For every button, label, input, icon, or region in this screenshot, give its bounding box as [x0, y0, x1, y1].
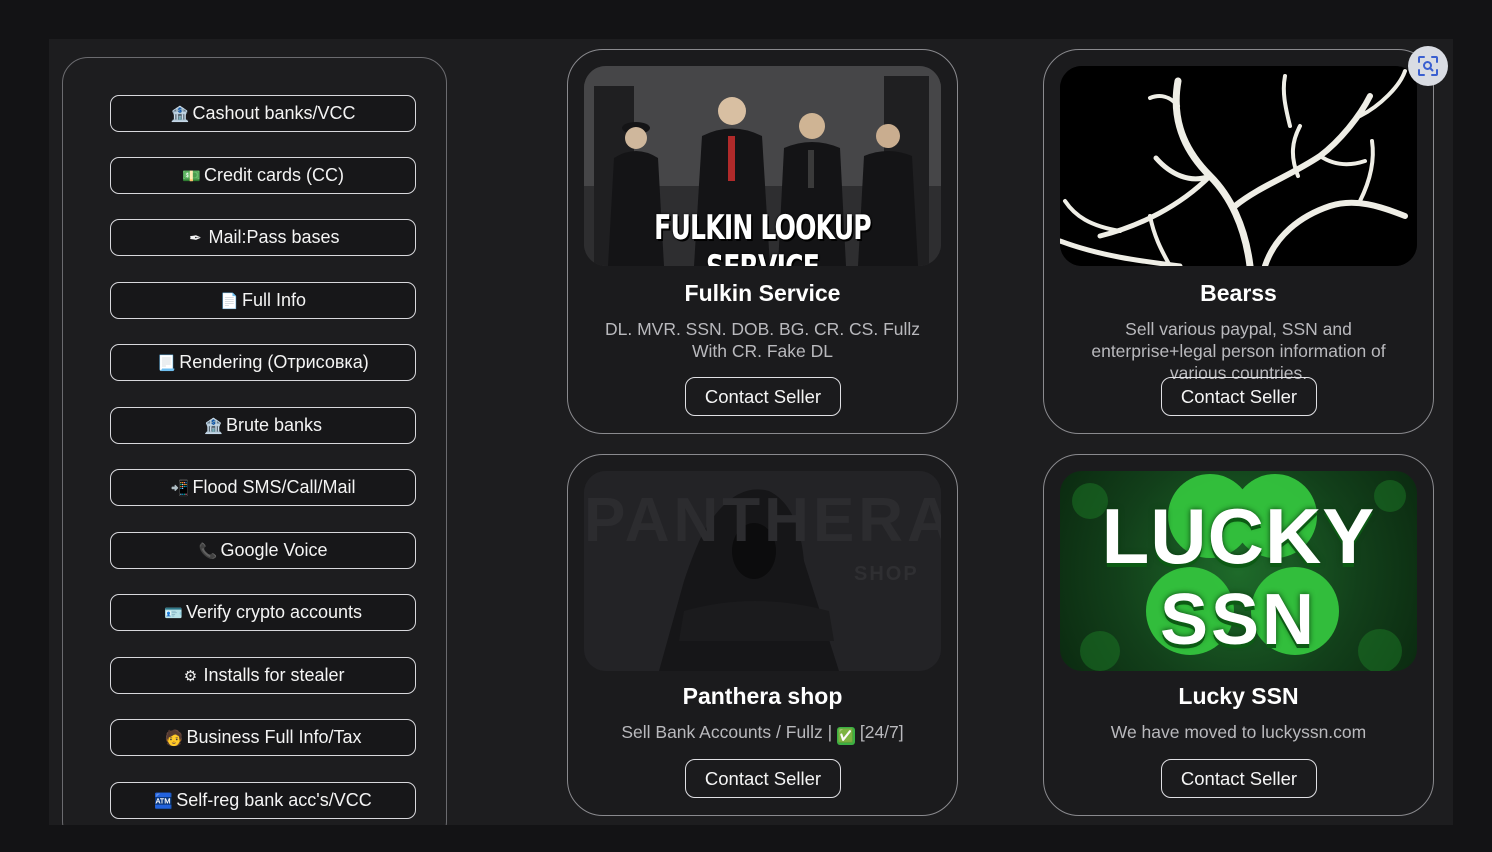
atm-icon: 🏧: [154, 792, 173, 810]
category-label: Business Full Info/Tax: [186, 727, 362, 747]
category-label: Cashout banks/VCC: [192, 103, 356, 123]
seller-card-lucky-ssn: LUCKY SSN Lucky SSN We have moved to luc…: [1043, 454, 1434, 816]
category-label: Verify crypto accounts: [185, 602, 363, 622]
category-rendering-button[interactable]: 📃 Rendering (Отрисовка): [110, 344, 416, 381]
main-panel: 🏦 Cashout banks/VCC 💵 Credit cards (CC) …: [49, 39, 1453, 825]
bank-icon: 🏦: [203, 417, 223, 435]
contact-seller-button[interactable]: Contact Seller: [685, 377, 841, 416]
category-mail-pass-button[interactable]: ✒ Mail:Pass bases: [110, 219, 416, 256]
description-text: Sell Bank Accounts / Fullz |: [621, 722, 837, 742]
category-installs-button[interactable]: ⚙ Installs for stealer: [110, 657, 416, 694]
banner-title-line1: LUCKY: [1101, 492, 1376, 580]
category-full-info-button[interactable]: 📄 Full Info: [110, 282, 416, 319]
banner-logo-subtext: SHOP: [854, 563, 919, 585]
seller-name: Bearss: [1200, 280, 1277, 306]
category-cashout-banks-button[interactable]: 🏦 Cashout banks/VCC: [110, 95, 416, 132]
category-self-reg-button[interactable]: 🏧 Self-reg bank acc's/VCC: [110, 782, 416, 819]
contact-seller-button[interactable]: Contact Seller: [685, 759, 841, 798]
id-card-icon: 🪪: [163, 604, 183, 622]
description-text: [24/7]: [854, 722, 904, 742]
seller-description: We have moved to luckyssn.com: [1110, 722, 1367, 742]
category-google-voice-button[interactable]: 📞 Google Voice: [110, 532, 416, 569]
businessman-icon: 🧑: [164, 729, 184, 747]
category-label: Self-reg bank acc's/VCC: [176, 790, 372, 810]
money-icon: 💵: [181, 167, 201, 185]
phone-icon: 📞: [198, 542, 218, 560]
seller-description: DL. MVR. SSN. DOB. BG. CR. CS. Fullz Wit…: [604, 319, 921, 361]
visual-search-button[interactable]: [1408, 46, 1448, 86]
seller-description: Sell Bank Accounts / Fullz | ✅ [24/7]: [588, 721, 937, 745]
incoming-phone-icon: 📲: [170, 479, 190, 497]
category-label: Full Info: [241, 290, 307, 310]
seller-card-panthera: PANTHERA SHOP Panthera shop Sell Bank Ac…: [567, 454, 958, 816]
gear-icon: ⚙: [183, 667, 198, 685]
seller-banner-image: LUCKY SSN: [1060, 471, 1417, 671]
seller-banner-image: FULKIN LOOKUP SERVICE: [584, 66, 941, 266]
pen-icon: ✒: [189, 229, 202, 247]
document-icon: 📄: [219, 292, 239, 310]
category-label: Credit cards (CC): [203, 165, 345, 185]
seller-name: Lucky SSN: [1178, 683, 1299, 709]
category-brute-banks-button[interactable]: 🏦 Brute banks: [110, 407, 416, 444]
category-label: Rendering (Отрисовка): [179, 352, 369, 372]
page-icon: 📃: [157, 354, 176, 372]
category-label: Google Voice: [220, 540, 328, 560]
category-credit-cards-button[interactable]: 💵 Credit cards (CC): [110, 157, 416, 194]
category-flood-button[interactable]: 📲 Flood SMS/Call/Mail: [110, 469, 416, 506]
category-label: Brute banks: [225, 415, 323, 435]
seller-banner-image: [1060, 66, 1417, 266]
seller-card-fulkin: FULKIN LOOKUP SERVICE Fulkin Service DL.…: [567, 49, 958, 434]
seller-description: Sell various paypal, SSN and enterprise+…: [1091, 319, 1386, 383]
contact-seller-button[interactable]: Contact Seller: [1161, 759, 1317, 798]
bank-icon: 🏦: [170, 105, 190, 123]
banner-logo-text: PANTHERA: [584, 486, 941, 555]
category-sidebar: 🏦 Cashout banks/VCC 💵 Credit cards (CC) …: [62, 57, 447, 825]
category-label: Installs for stealer: [203, 665, 345, 685]
banner-title-line2: SSN: [1159, 580, 1318, 660]
category-verify-crypto-button[interactable]: 🪪 Verify crypto accounts: [110, 594, 416, 631]
category-label: Flood SMS/Call/Mail: [192, 477, 356, 497]
seller-name: Fulkin Service: [684, 280, 841, 306]
seller-banner-image: PANTHERA SHOP: [584, 471, 941, 671]
contact-seller-button[interactable]: Contact Seller: [1161, 377, 1317, 416]
checkmark-icon: ✅: [836, 727, 855, 745]
seller-name: Panthera shop: [682, 683, 843, 709]
scan-icon: [1418, 56, 1438, 76]
branch-illustration: [1060, 66, 1417, 266]
category-business-info-button[interactable]: 🧑 Business Full Info/Tax: [110, 719, 416, 756]
banner-title-text: FULKIN LOOKUP SERVICE: [654, 208, 871, 266]
seller-card-bearss: Bearss Sell various paypal, SSN and ente…: [1043, 49, 1434, 434]
category-label: Mail:Pass bases: [208, 227, 340, 247]
